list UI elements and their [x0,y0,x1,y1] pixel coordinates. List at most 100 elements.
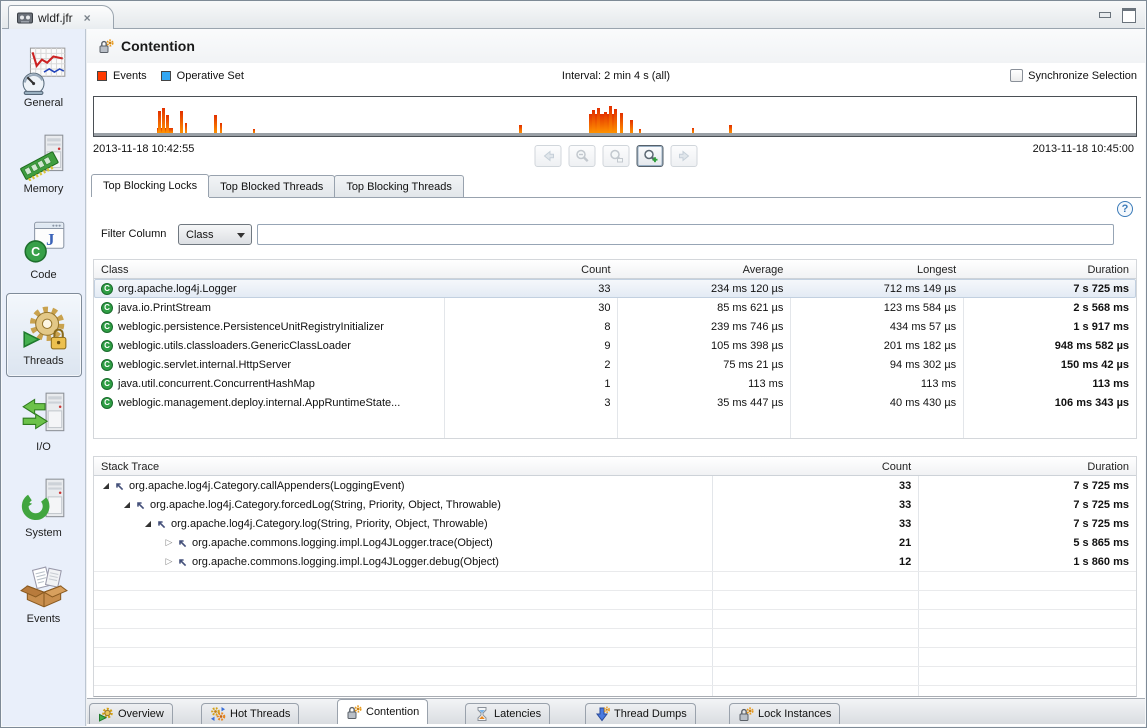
events-legend-swatch [97,71,107,81]
help-icon[interactable]: ? [1117,201,1133,217]
sidebar-item-system[interactable]: System [6,465,82,549]
locks-table-row[interactable]: Cweblogic.servlet.internal.HttpServer275… [94,355,1136,374]
locks-table-row[interactable]: Cweblogic.management.deploy.internal.App… [94,393,1136,412]
cell-longest: 201 ms 182 µs [790,336,963,355]
cell-value: 33 [899,518,911,530]
pan-right-button[interactable] [671,145,698,167]
stack-trace-row[interactable]: ◢org.apache.log4j.Category.forcedLog(Str… [94,495,1136,514]
cell-value: 1 [604,378,610,390]
subtab-top-blocked-threads[interactable]: Top Blocked Threads [208,175,335,197]
bottom-tab-contention[interactable]: Contention [337,699,428,724]
locks-column-header-label: Class [101,264,129,276]
locks-column-header-count[interactable]: Count [445,260,618,279]
locks-column-header-longest[interactable]: Longest [790,260,963,279]
synchronize-selection-checkbox[interactable] [1010,69,1023,82]
locks-column-header-average[interactable]: Average [618,260,791,279]
tree-expanded-arrow-icon[interactable]: ◢ [143,519,153,528]
cell-value: 5 s 865 ms [1073,537,1129,549]
bottom-tab-hot-threads[interactable]: Hot Threads [201,703,299,724]
cell-value: 33 [899,480,911,492]
sidebar-item-events[interactable]: Events [6,551,82,635]
zoom-fit-button[interactable] [603,145,630,167]
cell-longest: 94 ms 302 µs [790,355,963,374]
locks-table-row[interactable]: Cjava.util.concurrent.ConcurrentHashMap1… [94,374,1136,393]
locks-table-row[interactable]: Cweblogic.persistence.PersistenceUnitReg… [94,317,1136,336]
cell-value: 201 ms 182 µs [884,340,956,352]
cell-value: 7 s 725 ms [1073,480,1129,492]
timeline-event-bar [592,110,595,133]
blocking-subtabs: Top Blocking LocksTop Blocked Threads Top… [91,175,1141,198]
cell-value: 8 [604,321,610,333]
subtab-top-blocking-threads[interactable]: Top Blocking Threads [334,175,464,197]
bottom-tab-label: Hot Threads [230,708,290,720]
stack-column-header-duration[interactable]: Duration [918,457,1136,476]
sidebar-item-general[interactable]: General [6,35,82,119]
frame-label: org.apache.commons.logging.impl.Log4JLog… [192,537,493,549]
filter-text-input[interactable] [257,224,1114,245]
synchronize-selection: Synchronize Selection [1010,69,1137,82]
bottom-tab-overview[interactable]: Overview [89,703,173,724]
stack-table-body: ◢org.apache.log4j.Category.callAppenders… [94,476,1136,696]
cell-average: 239 ms 746 µs [618,317,791,336]
event-timeline-chart[interactable] [93,96,1137,137]
tree-expanded-arrow-icon[interactable]: ◢ [122,500,132,509]
subtab-label: Top Blocking Threads [346,181,452,193]
locks-column-header-label: Average [743,264,784,276]
cell-value: 239 ms 746 µs [711,321,783,333]
stack-column-header-count[interactable]: Count [712,457,918,476]
timeline-event-bar [639,129,641,133]
locks-column-header-class[interactable]: Class [94,260,445,279]
method-icon [114,481,124,491]
tree-expanded-arrow-icon[interactable]: ◢ [101,481,111,490]
locks-table-row[interactable]: Corg.apache.log4j.Logger33234 ms 120 µs7… [94,279,1136,298]
stack-trace-row[interactable]: ◢org.apache.log4j.Category.log(String, P… [94,514,1136,533]
sidebar-item-io[interactable]: I/O [6,379,82,463]
minimize-icon[interactable] [1097,8,1111,20]
cell-class: Cweblogic.utils.classloaders.GenericClas… [94,336,445,355]
cell-count: 33 [712,476,918,495]
stack-trace-row[interactable]: ▷ org.apache.commons.logging.impl.Log4JLo… [94,533,1136,552]
stack-trace-row[interactable]: ◢org.apache.log4j.Category.callAppenders… [94,476,1136,495]
lock-instances-icon [738,706,754,722]
sidebar-item-threads[interactable]: Threads [6,293,82,377]
timeline-event-bar [519,125,522,133]
cell-count: 12 [712,552,918,571]
cell-frame: ▷ org.apache.commons.logging.impl.Log4JLo… [94,533,712,552]
cell-longest: 434 ms 57 µs [790,317,963,336]
sidebar-item-memory[interactable]: Memory [6,121,82,205]
events-icon [19,561,69,611]
bottom-tab-latencies[interactable]: Latencies [465,703,550,724]
cell-duration: 1 s 917 ms [963,317,1136,336]
stack-trace-row[interactable]: ▷org.apache.commons.logging.impl.Log4JLo… [94,552,1136,571]
close-icon[interactable]: × [84,11,91,25]
tree-collapsed-arrow-icon[interactable]: ▷ [164,537,174,548]
pan-left-button[interactable] [535,145,562,167]
maximize-icon[interactable] [1121,8,1135,20]
cell-class: Cweblogic.persistence.PersistenceUnitReg… [94,317,445,336]
cell-value: 21 [899,537,911,549]
filter-column-dropdown[interactable]: Class [178,224,252,245]
zoom-out-button[interactable] [569,145,596,167]
cell-value: 2 [604,359,610,371]
sidebar-item-code[interactable]: JCCode [6,207,82,291]
range-end-timestamp: 2013-11-18 10:45:00 [1033,143,1134,155]
bottom-tab-thread-dumps[interactable]: Thread Dumps [585,703,696,724]
locks-table-row[interactable]: Cweblogic.utils.classloaders.GenericClas… [94,336,1136,355]
locks-table-row[interactable]: Cjava.io.PrintStream3085 ms 621 µs123 ms… [94,298,1136,317]
subtab-top-blocking-locks[interactable]: Top Blocking Locks [91,174,209,197]
bottom-tab-label: Lock Instances [758,708,831,720]
magnifier-minus-icon [574,148,590,164]
flight-recording-icon [17,12,33,24]
magnifier-plus-icon [642,148,658,164]
cell-duration: 7 s 725 ms [963,279,1136,298]
tree-collapsed-arrow-icon[interactable]: ▷ [164,556,174,567]
stack-column-header-stack-trace[interactable]: Stack Trace [94,457,712,476]
locks-column-header-duration[interactable]: Duration [963,260,1136,279]
synchronize-selection-label: Synchronize Selection [1028,70,1137,82]
operative-set-legend-swatch [161,71,171,81]
zoom-in-button[interactable] [637,145,664,167]
cell-average: 105 ms 398 µs [618,336,791,355]
editor-tab-wldf-jfr[interactable]: wldf.jfr × [8,5,114,29]
cell-value: 94 ms 302 µs [890,359,956,371]
bottom-tab-lock-instances[interactable]: Lock Instances [729,703,840,724]
